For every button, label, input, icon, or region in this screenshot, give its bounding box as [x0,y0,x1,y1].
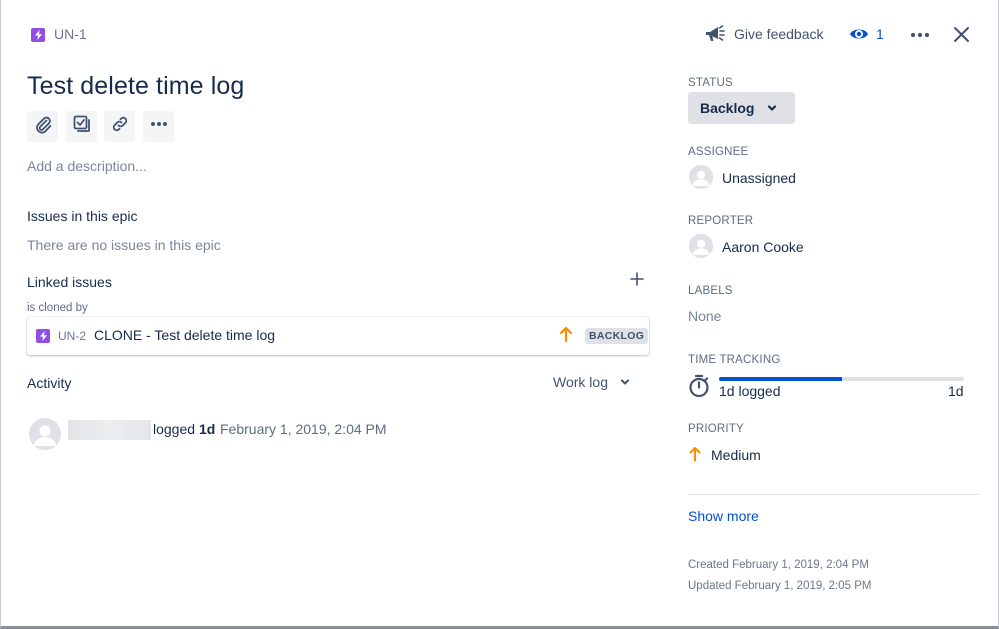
issue-key-link[interactable]: UN-1 [54,26,87,42]
epic-icon [36,329,50,343]
assignee-label: ASSIGNEE [688,146,749,158]
labels-field[interactable]: None [688,308,721,324]
attachment-icon [33,114,53,139]
activity-filter-label: Work log [553,374,608,390]
priority-label: PRIORITY [688,423,744,435]
megaphone-icon[interactable] [704,24,726,44]
attach-button[interactable] [27,111,58,142]
chevron-down-icon [618,375,632,389]
epic-issues-empty-text: There are no issues in this epic [27,237,221,253]
close-icon [953,27,970,47]
updated-timestamp: Updated February 1, 2019, 2:05 PM [688,580,872,592]
worklog-action: logged [153,421,196,437]
eye-icon[interactable] [849,26,869,42]
status-label: STATUS [688,77,733,89]
plus-icon [630,271,644,291]
assignee-field[interactable]: Unassigned [722,170,796,186]
linked-issue-key[interactable]: UN-2 [58,329,86,343]
priority-field[interactable]: Medium [711,447,761,463]
subtask-checklist-icon [72,114,92,139]
more-actions-button[interactable] [143,111,174,142]
chevron-down-icon [765,101,779,115]
more-icon [149,114,169,139]
stopwatch-icon [688,374,710,398]
description-field[interactable]: Add a description... [27,158,147,174]
issue-title[interactable]: Test delete time log [27,72,244,101]
divider [688,494,979,495]
more-icon [909,28,931,45]
avatar [29,418,61,450]
assignee-avatar [689,165,713,189]
add-linked-issue-button[interactable] [628,271,646,291]
linked-issue-card[interactable]: UN-2 CLONE - Test delete time log BACKLO… [27,317,649,355]
status-value: Backlog [700,100,755,116]
show-more-link[interactable]: Show more [688,508,759,524]
time-tracking-progress[interactable] [719,377,964,381]
link-icon [110,114,130,139]
time-logged: 1d logged [719,383,781,399]
epic-icon [31,28,45,42]
activity-heading: Activity [27,375,72,391]
worklog-date: February 1, 2019, 2:04 PM [220,421,387,437]
time-tracking-label: TIME TRACKING [688,354,781,366]
link-issue-button[interactable] [104,111,135,142]
status-dropdown[interactable]: Backlog [688,92,795,124]
watch-count[interactable]: 1 [876,26,884,42]
reporter-label: REPORTER [688,215,754,227]
created-timestamp: Created February 1, 2019, 2:04 PM [688,559,869,571]
worklog-amount: 1d [198,421,216,437]
reporter-avatar [689,234,713,258]
labels-label: LABELS [688,285,733,297]
linked-issue-summary[interactable]: CLONE - Test delete time log [94,327,275,343]
close-button[interactable] [953,26,970,43]
worklog-text: logged 1d [153,421,215,437]
more-options-button[interactable] [909,28,931,40]
link-relation-label: is cloned by [27,302,88,314]
create-subtask-button[interactable] [66,111,97,142]
redacted-user-name [68,420,151,440]
time-remaining: 1d [948,383,964,399]
reporter-field[interactable]: Aaron Cooke [722,239,804,255]
time-tracking-progress-fill [719,377,842,381]
linked-issue-status-badge: BACKLOG [585,328,649,344]
priority-medium-icon [689,446,701,462]
priority-medium-icon [559,325,573,343]
epic-issues-heading: Issues in this epic [27,208,138,224]
activity-filter-dropdown[interactable]: Work log [553,374,632,390]
give-feedback-button[interactable]: Give feedback [734,26,824,42]
linked-issues-heading: Linked issues [27,274,112,290]
